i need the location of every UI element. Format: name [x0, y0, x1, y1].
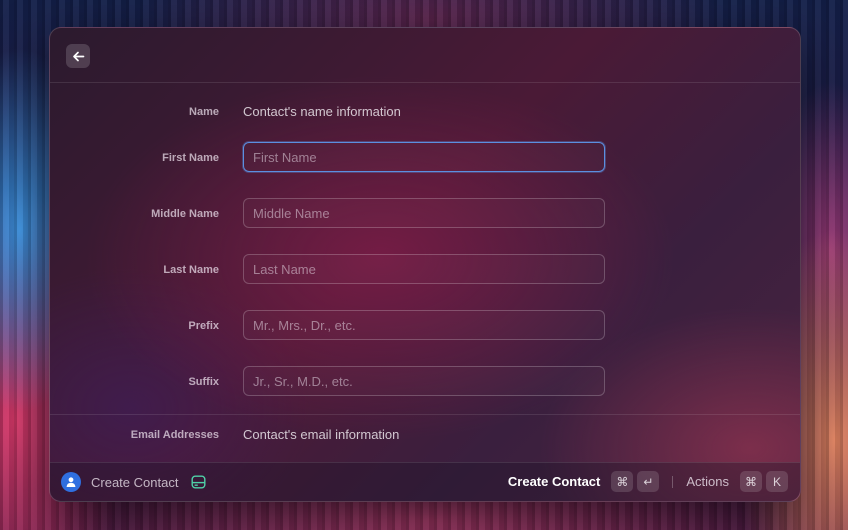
create-contact-button[interactable]: Create Contact — [508, 474, 600, 489]
arrow-left-icon — [72, 51, 84, 61]
actions-shortcut-k-key: K — [766, 471, 788, 492]
actions-shortcut-command-key: ⌘ — [740, 471, 762, 492]
prefix-field[interactable] — [243, 310, 605, 340]
back-button[interactable] — [66, 44, 90, 68]
last-name-field[interactable] — [243, 254, 605, 284]
name-section-label: Name — [189, 106, 219, 118]
action-bar: Create Contact Create Contact ⌘ ↵ Action… — [50, 462, 800, 501]
first-name-label: First Name — [162, 152, 219, 164]
footer-separator — [672, 475, 674, 488]
prefix-label: Prefix — [188, 320, 219, 332]
shortcut-command-key: ⌘ — [611, 471, 634, 492]
actions-button[interactable]: Actions — [686, 474, 729, 489]
suffix-field[interactable] — [243, 366, 605, 396]
middle-name-field[interactable] — [243, 198, 605, 228]
shortcut-return-key: ↵ — [637, 471, 660, 492]
email-section-label: Email Addresses — [130, 429, 219, 441]
section-divider — [50, 414, 800, 415]
footer-command-info: Create Contact — [61, 472, 206, 492]
last-name-label: Last Name — [163, 264, 219, 276]
middle-name-label: Middle Name — [151, 208, 219, 220]
drive-icon — [191, 475, 206, 489]
suffix-label: Suffix — [188, 376, 219, 388]
contact-avatar — [61, 472, 81, 492]
command-title: Create Contact — [91, 474, 179, 490]
first-name-field[interactable] — [243, 142, 605, 172]
top-bar — [50, 28, 800, 83]
email-section-description: Contact's email information — [243, 427, 400, 442]
name-section-description: Contact's name information — [243, 104, 401, 119]
footer-actions: Create Contact ⌘ ↵ Actions ⌘ K — [508, 471, 788, 492]
person-icon — [66, 477, 76, 487]
contact-form-window: Name Contact's name information First Na… — [49, 27, 801, 502]
